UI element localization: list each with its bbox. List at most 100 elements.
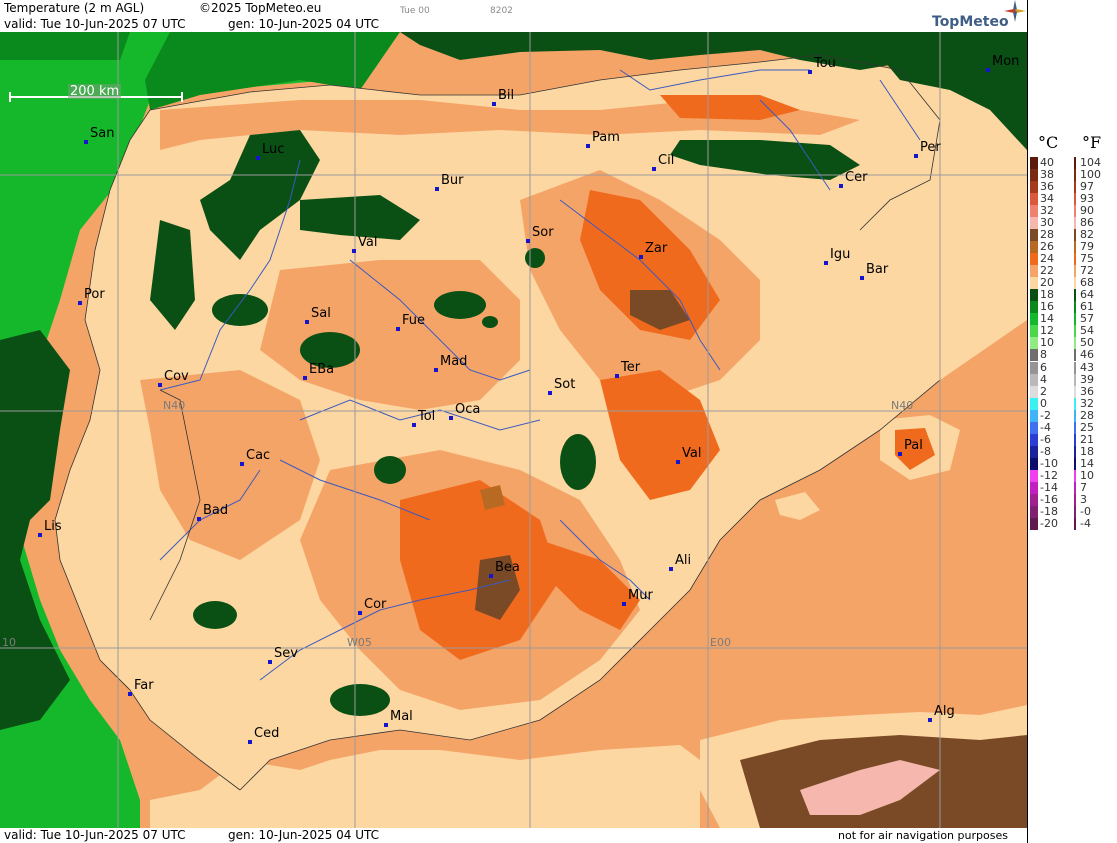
city-marker-luc bbox=[256, 156, 260, 160]
city-label-ter: Ter bbox=[621, 360, 641, 375]
city-label-cil: Cil bbox=[658, 153, 675, 168]
compass-logo-icon bbox=[1004, 0, 1026, 22]
legend-unit-fahrenheit: °F bbox=[1082, 133, 1102, 152]
legend-swatch bbox=[1074, 505, 1076, 518]
legend-swatch bbox=[1030, 193, 1038, 206]
legend-swatch bbox=[1030, 385, 1038, 398]
city-label-bil: Bil bbox=[498, 88, 515, 103]
legend-swatch bbox=[1074, 169, 1076, 182]
grid-label-n40-east: N40 bbox=[891, 399, 914, 412]
footer-generated-time: gen: 10-Jun-2025 04 UTC bbox=[228, 828, 380, 842]
city-label-cac: Cac bbox=[246, 448, 271, 463]
city-label-alg: Alg bbox=[934, 704, 955, 719]
city-label-lis: Lis bbox=[44, 519, 62, 534]
city-label-fue: Fue bbox=[402, 313, 426, 328]
city-marker-fue bbox=[396, 327, 400, 331]
city-marker-bad bbox=[197, 517, 201, 521]
city-label-zar: Zar bbox=[645, 241, 668, 256]
city-marker-tol bbox=[412, 423, 416, 427]
legend-celsius-label: -12 bbox=[1040, 468, 1058, 482]
legend-fahrenheit-label: 46 bbox=[1080, 348, 1094, 362]
city-label-pal: Pal bbox=[904, 438, 923, 453]
legend-swatch bbox=[1030, 229, 1038, 242]
legend-fahrenheit-label: 18 bbox=[1080, 444, 1094, 458]
city-label-oca: Oca bbox=[455, 402, 481, 417]
grid-label-e00: E00 bbox=[710, 636, 731, 649]
city-marker-zar bbox=[639, 255, 643, 259]
city-marker-bil bbox=[492, 102, 496, 106]
scale-bar: 200 km bbox=[9, 84, 183, 104]
legend-fahrenheit-label: 32 bbox=[1080, 396, 1094, 410]
legend-fahrenheit-label: 25 bbox=[1080, 420, 1094, 434]
footer-valid-time: valid: Tue 10-Jun-2025 07 UTC bbox=[4, 828, 186, 842]
legend-swatch bbox=[1074, 253, 1076, 266]
city-label-sot: Sot bbox=[554, 377, 576, 392]
cool-blob-8 bbox=[525, 248, 545, 268]
legend-celsius-label: -6 bbox=[1040, 432, 1051, 446]
temperature-legend: °C °F 40 38 36 34 32 30 28 26 24 22 20 18 16 14 12 10 8 6… bbox=[1027, 0, 1117, 843]
legend-swatch bbox=[1074, 397, 1076, 410]
city-label-ced: Ced bbox=[254, 726, 280, 741]
legend-fahrenheit-label: 10 bbox=[1080, 468, 1094, 482]
cool-blob-2 bbox=[434, 291, 486, 319]
city-marker-val-n bbox=[352, 249, 356, 253]
city-marker-oca bbox=[449, 416, 453, 420]
city-marker-per bbox=[914, 154, 918, 158]
legend-celsius-label: 2 bbox=[1040, 384, 1047, 398]
cool-blob-1 bbox=[212, 294, 268, 326]
city-label-eba: EBa bbox=[309, 362, 335, 377]
city-marker-far bbox=[128, 692, 132, 696]
legend-swatch bbox=[1030, 505, 1038, 518]
brand-logo-text: TopMeteo bbox=[932, 14, 1009, 30]
city-label-cov: Cov bbox=[164, 369, 189, 384]
legend-swatch bbox=[1074, 481, 1076, 494]
grid-label-w10: 10 bbox=[2, 636, 16, 649]
legend-swatch bbox=[1030, 313, 1038, 326]
city-label-sor: Sor bbox=[532, 225, 554, 240]
city-marker-mon bbox=[986, 68, 990, 72]
temperature-map[interactable]: 200 km N40 N40 10 W05 E00 Tou Mon Bil San Pa… bbox=[0, 32, 1027, 828]
city-marker-eba bbox=[303, 376, 307, 380]
legend-swatch bbox=[1074, 445, 1076, 458]
grid-label-n40-west: N40 bbox=[163, 399, 186, 412]
legend-swatch bbox=[1030, 517, 1038, 530]
city-marker-sal bbox=[305, 320, 309, 324]
run-label: Tue 00 bbox=[400, 6, 430, 16]
city-marker-pal bbox=[898, 452, 902, 456]
city-label-sev: Sev bbox=[274, 646, 298, 661]
legend-swatch bbox=[1030, 277, 1038, 290]
legend-swatch bbox=[1074, 421, 1076, 434]
legend-swatch bbox=[1030, 289, 1038, 302]
legend-fahrenheit-label: 14 bbox=[1080, 456, 1094, 470]
cool-blob-9 bbox=[482, 316, 498, 328]
legend-swatch bbox=[1030, 217, 1038, 230]
city-marker-cer bbox=[839, 184, 843, 188]
legend-swatch bbox=[1074, 325, 1076, 338]
legend-celsius-label: 8 bbox=[1040, 348, 1047, 362]
city-marker-por bbox=[78, 301, 82, 305]
legend-fahrenheit-label: -4 bbox=[1080, 516, 1091, 530]
city-label-val-e: Val bbox=[682, 446, 702, 461]
legend-celsius-label: -8 bbox=[1040, 444, 1051, 458]
city-label-luc: Luc bbox=[262, 142, 285, 157]
city-label-bad: Bad bbox=[203, 503, 229, 518]
cool-blob-5 bbox=[374, 456, 406, 484]
legend-fahrenheit-label: 7 bbox=[1080, 480, 1087, 494]
city-marker-pam bbox=[586, 144, 590, 148]
city-marker-alg bbox=[928, 718, 932, 722]
scale-tick-left bbox=[9, 92, 11, 102]
legend-fahrenheit-label: 39 bbox=[1080, 372, 1094, 386]
city-marker-tou bbox=[808, 70, 812, 74]
city-marker-bar bbox=[860, 276, 864, 280]
city-marker-ali bbox=[669, 567, 673, 571]
city-label-mal: Mal bbox=[390, 709, 413, 724]
city-marker-val-e bbox=[676, 460, 680, 464]
city-marker-mad bbox=[434, 368, 438, 372]
legend-celsius-label: 6 bbox=[1040, 360, 1047, 374]
legend-swatch bbox=[1030, 433, 1038, 446]
city-marker-mur bbox=[622, 602, 626, 606]
cool-blob-6 bbox=[193, 601, 237, 629]
cool-blob-7 bbox=[330, 684, 390, 716]
city-marker-lis bbox=[38, 533, 42, 537]
city-marker-bea bbox=[489, 574, 493, 578]
